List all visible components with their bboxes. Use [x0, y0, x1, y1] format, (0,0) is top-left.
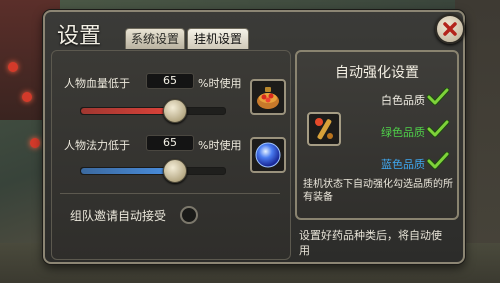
dialog-title: 设置 — [57, 24, 102, 49]
auto-enhance-note: 挂机状态下自动强化勾选品质的所有装备 — [303, 179, 453, 203]
hp-threshold-value[interactable]: 65 — [146, 73, 194, 89]
quality-green-label: 绿色品质 — [381, 126, 425, 139]
hp-label-suffix: %时使用 — [198, 77, 242, 90]
potion-settings-panel: 人物血量低于 65 %时使用 人物法力低于 65 %时使用 组队邀请自动接受 — [51, 50, 291, 260]
close-icon — [443, 22, 457, 36]
mp-slider[interactable] — [80, 167, 226, 175]
mp-label-suffix: %时使用 — [198, 139, 242, 152]
enhance-scroll-icon — [315, 118, 333, 140]
hp-slider-fill — [81, 108, 175, 114]
mana-orb-icon — [255, 142, 281, 168]
lantern-icon — [8, 62, 18, 72]
hp-potion-slot[interactable] — [250, 79, 286, 115]
tab-system-settings[interactable]: 系统设置 — [125, 28, 185, 49]
mp-slider-handle[interactable] — [163, 159, 187, 183]
checkmark-icon — [426, 119, 450, 138]
team-invite-label: 组队邀请自动接受 — [70, 209, 167, 223]
close-button[interactable] — [435, 14, 465, 44]
hp-label-prefix: 人物血量低于 — [64, 77, 130, 90]
quality-white-checkbox[interactable] — [426, 87, 450, 106]
health-potion-icon — [257, 87, 279, 109]
lantern-icon — [22, 92, 32, 102]
checkmark-icon — [426, 87, 450, 106]
mp-threshold-value[interactable]: 65 — [146, 135, 194, 151]
lantern-icon — [30, 138, 40, 148]
settings-dialog: 设置 系统设置 挂机设置 人物血量低于 65 %时使用 人物法力低于 65 %时… — [43, 10, 465, 264]
mp-label-prefix: 人物法力低于 — [64, 139, 130, 152]
enhance-item-slot[interactable] — [307, 112, 341, 146]
mp-potion-slot[interactable] — [250, 137, 286, 173]
quality-blue-checkbox[interactable] — [426, 151, 450, 170]
potion-usage-note: 设置好药品种类后，将自动使用 — [299, 229, 442, 257]
mp-slider-fill — [81, 168, 175, 174]
quality-green-checkbox[interactable] — [426, 119, 450, 138]
section-divider — [60, 193, 280, 194]
tab-afk-settings[interactable]: 挂机设置 — [187, 28, 249, 49]
team-invite-toggle[interactable] — [180, 206, 198, 224]
auto-enhance-title: 自动强化设置 — [335, 65, 419, 81]
hp-slider[interactable] — [80, 107, 226, 115]
auto-enhance-panel: 自动强化设置 白色品质 绿色品质 蓝色品质 挂机状态下自动强化勾选品质的所有装备 — [295, 50, 459, 220]
quality-white-label: 白色品质 — [381, 94, 425, 107]
quality-blue-label: 蓝色品质 — [381, 158, 425, 171]
hp-slider-handle[interactable] — [163, 99, 187, 123]
checkmark-icon — [426, 151, 450, 170]
